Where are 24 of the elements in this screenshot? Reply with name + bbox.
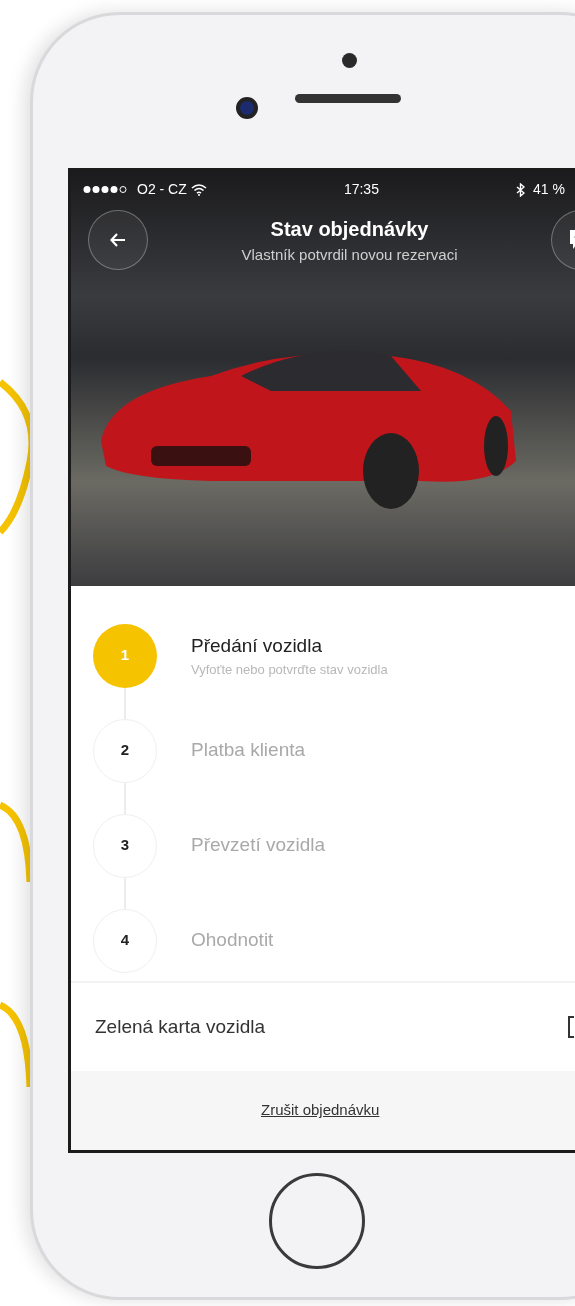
- screen-title: Stav objednávky: [270, 216, 429, 242]
- step-number: 2: [93, 718, 157, 783]
- bluetooth-icon: [516, 182, 526, 197]
- carrier-name: O2 - CZ: [137, 180, 187, 199]
- document-label: Zelená karta vozidla: [95, 1014, 267, 1039]
- cancel-order-link[interactable]: Zrušit objednávku: [261, 1099, 380, 1122]
- camera-icon: [236, 97, 258, 119]
- wifi-icon: [190, 183, 207, 196]
- screen-subtitle: Vlastník potvrdil novou rezervaci: [241, 244, 458, 265]
- speaker-icon: [295, 94, 401, 103]
- step-number: 3: [93, 813, 157, 878]
- status-time: 17:35: [343, 180, 379, 199]
- step-number: 1: [93, 623, 157, 688]
- step-title: Převzetí vozidla: [191, 833, 326, 858]
- step-number: 4: [93, 908, 157, 973]
- step-title: Ohodnotit: [191, 928, 274, 953]
- back-button[interactable]: [88, 210, 148, 270]
- sensor-icon: [342, 53, 357, 68]
- back-arrow-icon: [110, 233, 126, 247]
- step-title: Předání vozidla: [191, 633, 323, 658]
- home-button[interactable]: [269, 1173, 365, 1269]
- step-subtitle: Vyfoťte nebo potvrďte stav vozidla: [191, 661, 388, 679]
- step-title: Platba klienta: [191, 738, 306, 763]
- battery-percent: 41 %: [533, 180, 565, 199]
